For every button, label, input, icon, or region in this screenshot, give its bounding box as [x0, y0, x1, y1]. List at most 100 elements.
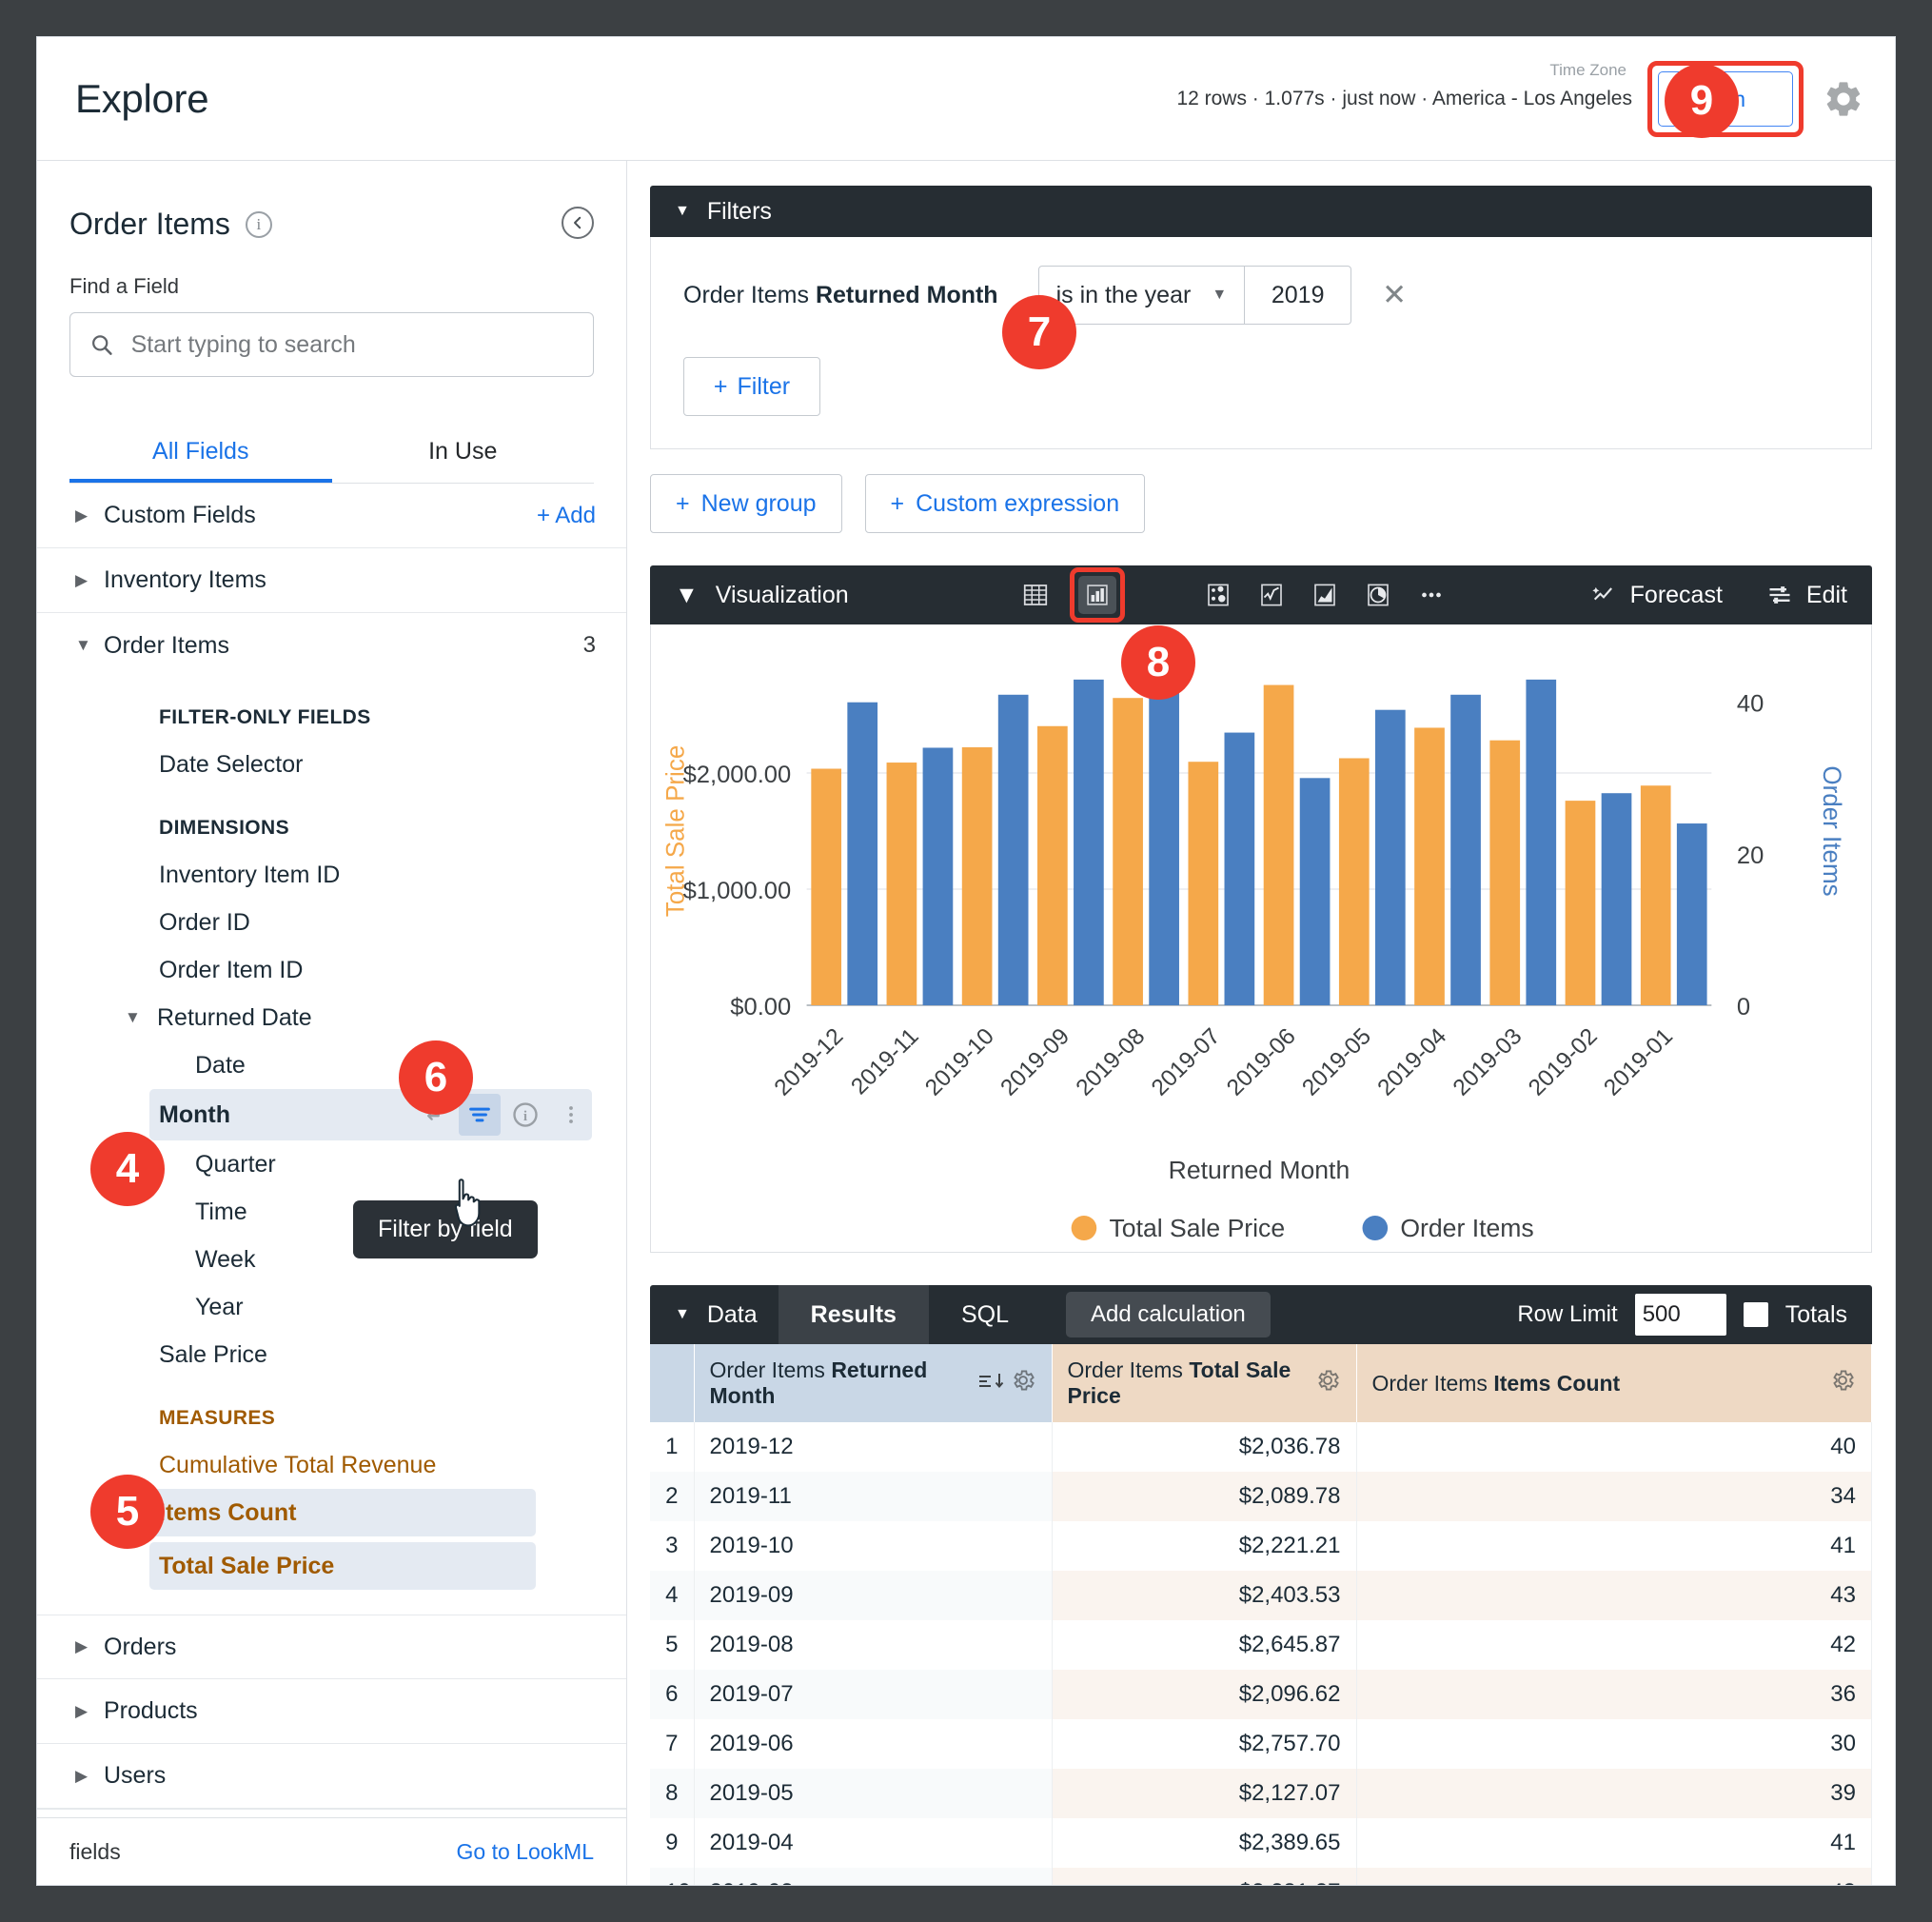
close-icon[interactable]: ✕	[1382, 278, 1407, 312]
forecast-button[interactable]: Forecast	[1590, 582, 1723, 609]
sidebar-group-users[interactable]: ▶ Users	[37, 1744, 626, 1809]
svg-text:2019-04: 2019-04	[1372, 1023, 1451, 1100]
field-sale-price[interactable]: Sale Price	[37, 1331, 626, 1378]
fields-footer-label: fields	[69, 1839, 121, 1864]
tab-all-fields[interactable]: All Fields	[69, 425, 332, 483]
tab-in-use[interactable]: In Use	[332, 425, 595, 483]
field-order-id[interactable]: Order ID	[37, 899, 626, 946]
area-chart-icon[interactable]	[1306, 576, 1344, 614]
info-icon[interactable]: i	[504, 1094, 546, 1136]
chart-container[interactable]: $0.00 $1,000.00 $2,000.00 0 20 40 2019-12 2019-…	[650, 624, 1872, 1253]
row-limit-input[interactable]	[1634, 1294, 1726, 1336]
plus-icon: +	[890, 489, 905, 517]
svg-text:2019-06: 2019-06	[1222, 1023, 1301, 1100]
table-row[interactable]: 3 2019-10 $2,221.21 41	[650, 1521, 1872, 1571]
tab-sql[interactable]: SQL	[929, 1285, 1041, 1344]
sidebar-group-custom-fields[interactable]: ▶ Custom Fields + Add	[37, 484, 626, 548]
table-chart-icon[interactable]	[1016, 576, 1055, 614]
field-order-item-id[interactable]: Order Item ID	[37, 946, 626, 994]
svg-text:$0.00: $0.00	[730, 994, 791, 1020]
tab-results[interactable]: Results	[778, 1285, 929, 1344]
search-input[interactable]	[130, 330, 574, 359]
field-returned-date-date[interactable]: Date	[37, 1041, 626, 1089]
cell-returned-month: 2019-12	[694, 1422, 1053, 1472]
column-header-items-count[interactable]: Order Items Items Count	[1356, 1344, 1872, 1422]
month-label: Month	[159, 1100, 230, 1128]
field-group-returned-date[interactable]: ▼ Returned Date	[37, 994, 626, 1041]
explore-app-window: Explore Time Zone 12 rows · 1.077s · jus…	[36, 36, 1896, 1886]
table-row[interactable]: 8 2019-05 $2,127.07 39	[650, 1769, 1872, 1818]
gear-icon[interactable]	[1829, 1367, 1856, 1399]
column-header-returned-month[interactable]: Order Items Returned Month	[694, 1344, 1053, 1422]
section-measures: MEASURES	[159, 1407, 276, 1429]
bar-chart-icon[interactable]	[1077, 576, 1116, 614]
cell-total-sale-price: $2,221.21	[1052, 1521, 1357, 1571]
field-returned-date-year[interactable]: Year	[37, 1283, 626, 1331]
cell-returned-month: 2019-07	[694, 1670, 1053, 1719]
line-chart-icon[interactable]	[1252, 576, 1291, 614]
field-returned-date-week[interactable]: Week	[37, 1236, 626, 1283]
sidebar-group-orders[interactable]: ▶ Orders	[37, 1615, 626, 1679]
column-prefix: Order Items	[1371, 1370, 1488, 1396]
info-icon[interactable]: i	[245, 210, 272, 238]
cell-returned-month: 2019-09	[694, 1571, 1053, 1620]
find-a-field-label: Find a Field	[69, 274, 179, 298]
svg-text:40: 40	[1737, 691, 1764, 718]
gear-icon[interactable]	[1823, 78, 1864, 120]
table-row[interactable]: 2 2019-11 $2,089.78 34	[650, 1472, 1872, 1521]
more-options-icon[interactable]	[1412, 576, 1450, 614]
svg-text:2019-08: 2019-08	[1071, 1023, 1150, 1100]
sidebar-group-order-items[interactable]: ▼ Order Items 3	[37, 613, 626, 678]
table-row[interactable]: 4 2019-09 $2,403.53 43	[650, 1571, 1872, 1620]
go-to-lookml-link[interactable]: Go to LookML	[457, 1839, 594, 1865]
pie-chart-icon[interactable]	[1359, 576, 1397, 614]
visualization-panel-header: ▼ Visualization Forecast Edit	[650, 565, 1872, 624]
group-label: Orders	[104, 1633, 177, 1660]
table-row[interactable]: 102019-03$2,281.2743	[650, 1868, 1872, 1885]
sort-descending-icon[interactable]	[977, 1370, 1010, 1397]
search-field-container[interactable]	[69, 312, 594, 377]
cell-total-sale-price: $2,757.70	[1052, 1719, 1357, 1769]
new-group-button[interactable]: + New group	[650, 474, 842, 533]
filter-value-input[interactable]: 2019	[1245, 266, 1352, 325]
sidebar-group-inventory-items[interactable]: ▶ Inventory Items	[37, 548, 626, 613]
cell-total-sale-price: $2,089.78	[1052, 1472, 1357, 1521]
filters-panel-header[interactable]: ▼ Filters	[650, 186, 1872, 237]
measure-total-sale-price[interactable]: Total Sale Price	[149, 1542, 536, 1590]
custom-expression-button[interactable]: + Custom expression	[864, 474, 1146, 533]
add-filter-button[interactable]: + Filter	[683, 357, 820, 416]
table-row[interactable]: 1 2019-12 $2,036.78 40	[650, 1422, 1872, 1472]
table-row[interactable]: 6 2019-07 $2,096.62 36	[650, 1670, 1872, 1719]
totals-checkbox[interactable]	[1743, 1302, 1768, 1327]
filter-field-prefix: Order Items	[683, 281, 809, 308]
chevron-down-icon: ▼	[1212, 287, 1228, 303]
field-date-selector[interactable]: Date Selector	[37, 741, 626, 788]
field-returned-date-month[interactable]: Month i	[149, 1089, 592, 1140]
svg-text:Order Items: Order Items	[1400, 1214, 1533, 1242]
cell-items-count: 43	[1356, 1868, 1872, 1885]
add-calculation-button[interactable]: Add calculation	[1066, 1292, 1271, 1337]
chevron-left-circle-icon[interactable]	[562, 207, 594, 239]
add-custom-field-button[interactable]: + Add	[537, 503, 596, 529]
section-dimensions: DIMENSIONS	[159, 817, 290, 839]
field-inventory-item-id[interactable]: Inventory Item ID	[37, 851, 626, 899]
table-row[interactable]: 7 2019-06 $2,757.70 30	[650, 1719, 1872, 1769]
edit-visualization-button[interactable]: Edit	[1766, 582, 1847, 609]
chevron-down-icon: ▼	[675, 1306, 690, 1322]
table-row[interactable]: 5 2019-08 $2,645.87 42	[650, 1620, 1872, 1670]
step-badge-4: 4	[90, 1132, 165, 1206]
filter-row: Order Items Returned Month is in the yea…	[683, 266, 1839, 325]
svg-text:Total Sale Price: Total Sale Price	[1110, 1214, 1286, 1242]
table-row[interactable]: 9 2019-04 $2,389.65 41	[650, 1818, 1872, 1868]
group-selected-count: 3	[582, 632, 596, 658]
gear-icon[interactable]	[1314, 1367, 1341, 1399]
overflow-menu-icon[interactable]	[550, 1094, 592, 1136]
group-label: Order Items	[104, 631, 229, 659]
gear-icon[interactable]	[1010, 1367, 1036, 1399]
sidebar-group-products[interactable]: ▶ Products	[37, 1679, 626, 1744]
cursor-pointer-icon	[454, 1179, 481, 1227]
column-header-total-sale-price[interactable]: Order Items Total Sale Price	[1052, 1344, 1357, 1422]
measure-items-count[interactable]: Items Count	[149, 1489, 536, 1536]
scatter-chart-icon[interactable]	[1199, 576, 1237, 614]
svg-text:$2,000.00: $2,000.00	[683, 762, 792, 788]
